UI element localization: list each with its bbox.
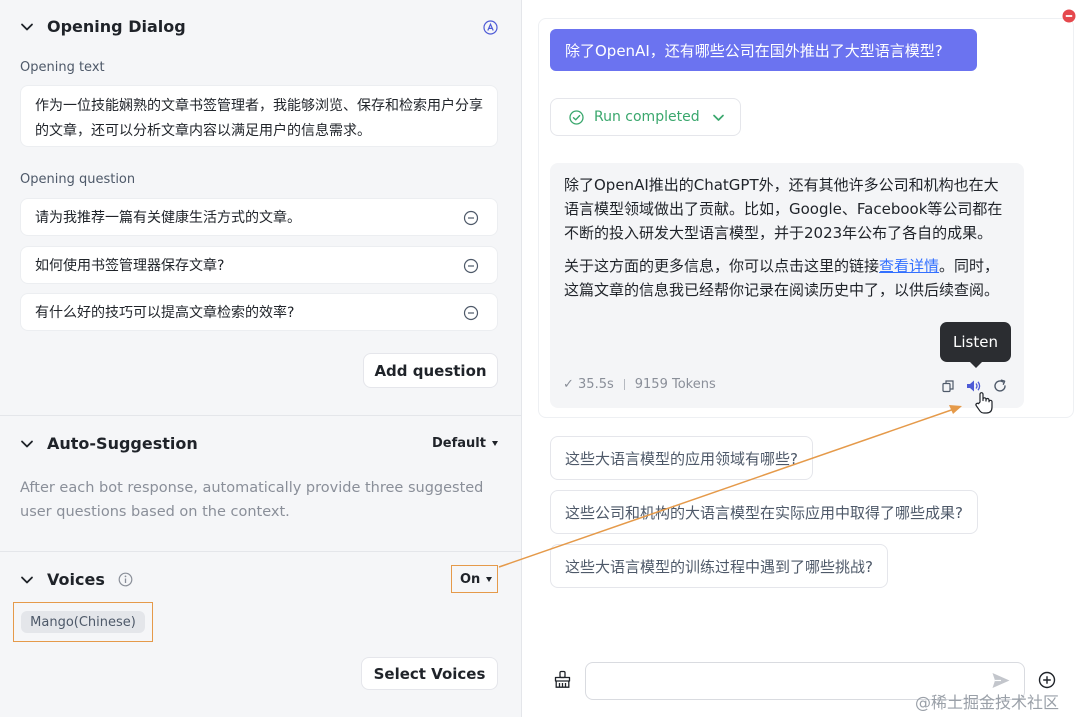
copy-icon[interactable] — [941, 379, 955, 393]
meta-separator — [623, 379, 625, 390]
opening-dialog-header[interactable]: Opening Dialog — [20, 17, 186, 36]
section-divider — [0, 551, 522, 552]
suggested-question-button[interactable]: 这些大语言模型的应用领域有哪些? — [550, 436, 813, 480]
run-status-text: Run completed — [594, 109, 700, 125]
opening-question-text[interactable]: 有什么好的技巧可以提高文章检索的效率? — [35, 302, 294, 322]
regenerate-icon[interactable] — [992, 378, 1008, 394]
auto-suggestion-mode-value: Default — [432, 436, 486, 451]
opening-question-item[interactable]: 如何使用书签管理器保存文章? — [20, 246, 498, 284]
caret-down-icon — [486, 577, 493, 582]
selected-voice-chip[interactable]: Mango(Chinese) — [21, 611, 145, 633]
bot-answer-bubble: 除了OpenAI推出的ChatGPT外，还有其他许多公司和机构也在大语言模型领域… — [550, 163, 1024, 408]
opening-text-label: Opening text — [20, 60, 105, 75]
opening-question-text[interactable]: 如何使用书签管理器保存文章? — [35, 255, 224, 275]
opening-dialog-title: Opening Dialog — [47, 17, 186, 36]
auto-generate-icon[interactable] — [483, 20, 498, 35]
chevron-down-icon[interactable] — [20, 20, 34, 34]
chevron-down-icon[interactable] — [20, 437, 34, 451]
chevron-down-icon[interactable] — [20, 573, 34, 587]
opening-question-item[interactable]: 有什么好的技巧可以提高文章检索的效率? — [20, 293, 498, 331]
details-link[interactable]: 查看详情 — [879, 257, 939, 275]
response-duration: ✓ 35.5s — [563, 377, 614, 392]
suggested-question-button[interactable]: 这些大语言模型的训练过程中遇到了哪些挑战? — [550, 544, 888, 588]
auto-suggestion-title: Auto-Suggestion — [47, 434, 198, 453]
hand-pointer-cursor-icon — [974, 391, 994, 415]
user-message-bubble: 除了OpenAI，还有哪些公司在国外推出了大型语言模型? — [550, 29, 977, 71]
answer-meta: ✓ 35.5s 9159 Tokens — [563, 377, 716, 392]
remove-question-icon[interactable] — [463, 258, 479, 274]
clear-history-broom-icon[interactable] — [553, 670, 572, 689]
watermark-text: @稀土掘金技术社区 — [915, 693, 1060, 712]
add-circle-icon[interactable] — [1038, 671, 1056, 689]
select-voices-button[interactable]: Select Voices — [361, 657, 498, 690]
auto-suggestion-header[interactable]: Auto-Suggestion — [20, 434, 198, 453]
auto-suggestion-description: After each bot response, automatically p… — [20, 480, 484, 520]
check-circle-icon — [569, 109, 584, 125]
listen-tooltip: Listen — [940, 322, 1011, 368]
answer-paragraph: 除了OpenAI推出的ChatGPT外，还有其他许多公司和机构也在大语言模型领域… — [564, 176, 1003, 242]
voices-toggle-select[interactable]: On — [460, 572, 493, 587]
voices-title: Voices — [47, 570, 105, 589]
auto-suggestion-mode-select[interactable]: Default — [432, 436, 498, 451]
info-icon[interactable] — [118, 572, 133, 587]
opening-text-field[interactable]: 作为一位技能娴熟的文章书签管理者，我能够浏览、保存和检索用户分享的文章，还可以分… — [20, 85, 498, 147]
voices-header[interactable]: Voices — [20, 570, 133, 589]
remove-question-icon[interactable] — [463, 210, 479, 226]
remove-icon[interactable] — [1062, 9, 1076, 23]
answer-paragraph: 关于这方面的更多信息，你可以点击这里的链接查看详情。同时，这篇文章的信息我已经帮… — [564, 257, 1000, 299]
voices-state-value: On — [460, 572, 481, 587]
add-question-button[interactable]: Add question — [363, 353, 498, 388]
opening-question-item[interactable]: 请为我推荐一篇有关健康生活方式的文章。 — [20, 198, 498, 236]
send-icon[interactable] — [991, 671, 1011, 690]
caret-down-icon — [491, 441, 498, 446]
chevron-down-icon[interactable] — [712, 111, 725, 124]
section-divider — [0, 415, 522, 416]
run-status-toggle[interactable]: Run completed — [550, 98, 741, 136]
token-count: 9159 Tokens — [634, 377, 716, 392]
remove-question-icon[interactable] — [463, 305, 479, 321]
chat-preview-panel: 除了OpenAI，还有哪些公司在国外推出了大型语言模型? Run complet… — [523, 0, 1080, 717]
suggested-question-button[interactable]: 这些公司和机构的大语言模型在实际应用中取得了哪些成果? — [550, 490, 978, 534]
opening-question-label: Opening question — [20, 172, 136, 187]
opening-question-text[interactable]: 请为我推荐一篇有关健康生活方式的文章。 — [35, 207, 301, 227]
bot-settings-panel: Opening Dialog Opening text 作为一位技能娴熟的文章书… — [0, 0, 522, 717]
